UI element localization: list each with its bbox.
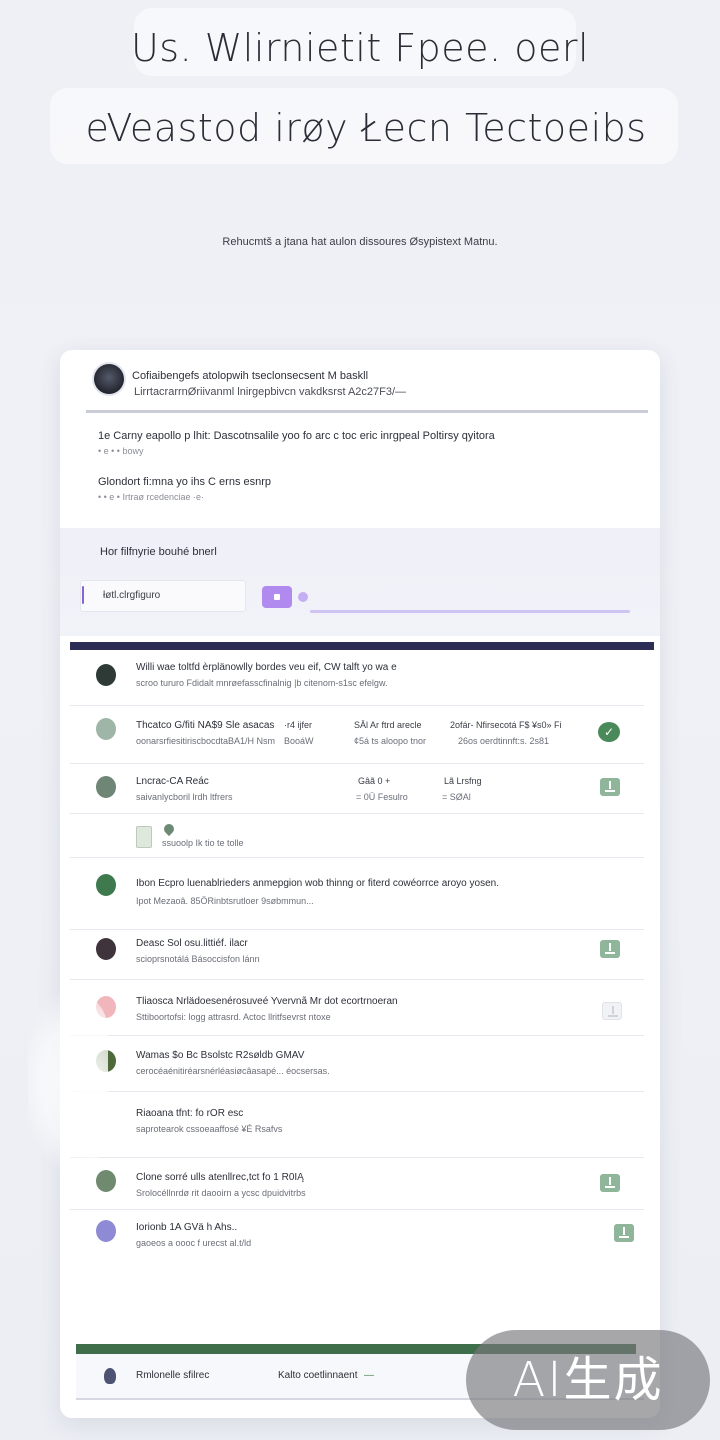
list-item-title: Tliaosca Nrlädoesenérosuveé Yvervnã Mr d… (136, 996, 398, 1007)
results-list: Willi wae toltfd èrplänowlly bordes veu … (70, 642, 654, 1348)
list-item-subtitle: cerocéaénitiréarsnérléasiøcâasapé... éoc… (136, 1066, 330, 1076)
row-title: Lncrac-CA Reác (136, 776, 209, 787)
avatar (96, 1170, 116, 1192)
list-item-title: Willi wae toltfd èrplänowlly bordes veu … (136, 662, 397, 673)
check-icon[interactable]: ✓ (598, 722, 620, 742)
list-item-subtitle: scroo tururo Fdidalt mnrøefasscfinalnig … (136, 678, 388, 688)
header-divider (86, 410, 648, 413)
main-card: Cofiaibengefs atolopwih tseclonsecsent M… (60, 350, 660, 1418)
row-col-b-sub: ¢5á ts aloopo tnor (354, 736, 427, 746)
list-item-title: Ibon Ecpro luenablrieders anmepgion wob … (136, 878, 499, 889)
download-icon[interactable] (600, 778, 620, 796)
avatar (96, 874, 116, 896)
header-line1: Cofiaibengefs atolopwih tseclonsecsent M… (132, 370, 369, 382)
row-col-c: Lã Lrsfng (444, 776, 482, 786)
list-item-subtitle: gaoeos a oooc f urecst al.t/ld (136, 1238, 252, 1248)
table-row[interactable]: Thcatco G/fiti NA$9 Sle asacas oonarsrfi… (70, 706, 644, 764)
list-item[interactable]: Tliaosca Nrlädoesenérosuveé Yvervnã Mr d… (70, 980, 644, 1036)
row-subtitle: oonarsrfiesitiriscbocdtaBA1/H Nsm (136, 736, 276, 746)
list-item-title: Iorionb 1A GVä h Ahs.. (136, 1222, 238, 1233)
location-pin-icon (161, 821, 177, 837)
list-item-subtitle: scioprsnotálá Básoccisfon lánn (136, 954, 260, 964)
list-item-subtitle: saprotearok cssoeaaffosé ¥É Rsafvs (136, 1124, 283, 1134)
download-icon[interactable] (602, 1002, 622, 1020)
row-col-a: ·r4 ijfer (284, 720, 313, 730)
list-item-subtitle: Sttiboortofsi: logg attrasrd. Actoc llri… (136, 1012, 331, 1022)
text-cursor (82, 586, 84, 604)
ai-watermark: AI生成 (466, 1330, 710, 1430)
footer-link-2[interactable]: Kalto coetlinnaent (278, 1370, 358, 1381)
row-subtitle: saivanlycboril lrdh ltfrers (136, 792, 233, 802)
header-line2: LirrtacrarrnØriivanml lnirgepbivcn vakdk… (134, 386, 407, 398)
intro-line2-sub: • • e • Irtraø rcedenciae ·e· (98, 492, 204, 502)
list-topbar (70, 642, 654, 650)
list-item-title: Riaoana tfnt: fo rOR esc (136, 1108, 244, 1119)
list-item-subtitle: Ipot Mezaoâ. 85ÖRinbtsrutloer 9søbmmun..… (136, 896, 314, 906)
slider-handle[interactable] (298, 592, 308, 602)
list-item[interactable]: Wamas $o Bc Bsolstc R2søldb GMAV cerocéa… (70, 1036, 644, 1092)
list-item[interactable]: Iorionb 1A GVä h Ahs.. gaoeos a oooc f u… (70, 1210, 644, 1264)
list-item[interactable]: Riaoana tfnt: fo rOR esc saprotearok css… (70, 1092, 644, 1158)
list-item-subtitle: Srolocéllnrdø rit daooirn a ycsc dpuidvi… (136, 1188, 306, 1198)
row-title: Thcatco G/fiti NA$9 Sle asacas (136, 720, 275, 731)
row-col-c-sub: 26os oerdtinnft:s. 2s81 (458, 736, 550, 746)
row-col-c-sub: = SØAl (442, 792, 471, 802)
list-item[interactable]: Deasc Sol osu.littiéf. ilacr scioprsnotá… (70, 930, 644, 980)
avatar (96, 718, 116, 740)
card-header: Cofiaibengefs atolopwih tseclonsecsent M… (60, 350, 660, 412)
search-section: Hor filfnyrie bouhé bnerl łøtl.clrgfigur… (60, 528, 660, 636)
attachment-row[interactable]: ssuoolp Ik tio te tolle (70, 814, 644, 858)
hero-subtitle: Rehucmtš a jtana hat aulon dissoures Øsy… (222, 236, 498, 248)
footer-link-1[interactable]: Rmlonelle sfilrec (136, 1370, 209, 1381)
hero-title-line1: Us. Wlirnietit Fpee. oerl (130, 26, 590, 70)
download-icon[interactable] (600, 940, 620, 958)
avatar[interactable] (94, 364, 124, 394)
footer-dash: — (364, 1370, 374, 1381)
attachment-label: ssuoolp Ik tio te tolle (162, 838, 244, 848)
list-item[interactable]: Clone sorré ulls atenllrec,tct fo 1 R0IĄ… (70, 1158, 644, 1210)
list-item-title: Deasc Sol osu.littiéf. ilacr (136, 938, 248, 949)
row-col-b-sub: = 0Ü Fesulro (356, 792, 408, 802)
download-icon[interactable] (614, 1224, 634, 1242)
avatar (96, 1220, 116, 1242)
avatar (96, 776, 116, 798)
search-input[interactable]: łøtl.clrgfiguro (80, 580, 246, 612)
row-col-b: SĀl Ar ftrd arecle (354, 720, 422, 730)
table-row[interactable]: Lncrac-CA Reác saivanlycboril lrdh ltfre… (70, 764, 644, 814)
decorative-glow (28, 990, 108, 1172)
intro-line1: 1e Carny eapollo p lhit: Dascotnsalile y… (98, 430, 495, 442)
list-item-title: Clone sorré ulls atenllrec,tct fo 1 R0IĄ (136, 1172, 304, 1183)
hero-title-line2: eVeastod irøy Łecn Tectoeibs (85, 106, 647, 150)
user-icon[interactable] (104, 1368, 116, 1384)
avatar (96, 664, 116, 686)
search-label: Hor filfnyrie bouhé bnerl (100, 546, 217, 558)
search-button[interactable] (262, 586, 292, 608)
avatar (96, 938, 116, 960)
download-icon[interactable] (600, 1174, 620, 1192)
row-col-b: Gâã 0 + (358, 776, 391, 786)
intro-line1-sub: • e • • bowy (98, 446, 144, 456)
intro-line2: Glondort fi:mna yo ihs C erns esnrp (98, 476, 272, 488)
list-item[interactable]: Ibon Ecpro luenablrieders anmepgion wob … (70, 858, 644, 930)
list-item-title: Wamas $o Bc Bsolstc R2søldb GMAV (136, 1050, 305, 1061)
list-item[interactable]: Willi wae toltfd èrplänowlly bordes veu … (70, 650, 644, 706)
row-col-a-sub: BooáW (284, 736, 314, 746)
slider-track[interactable] (310, 610, 630, 613)
row-col-c: 2ofár- Nfirsecotá F$ ¥s0» Fi (450, 720, 562, 730)
file-icon[interactable] (136, 826, 152, 848)
